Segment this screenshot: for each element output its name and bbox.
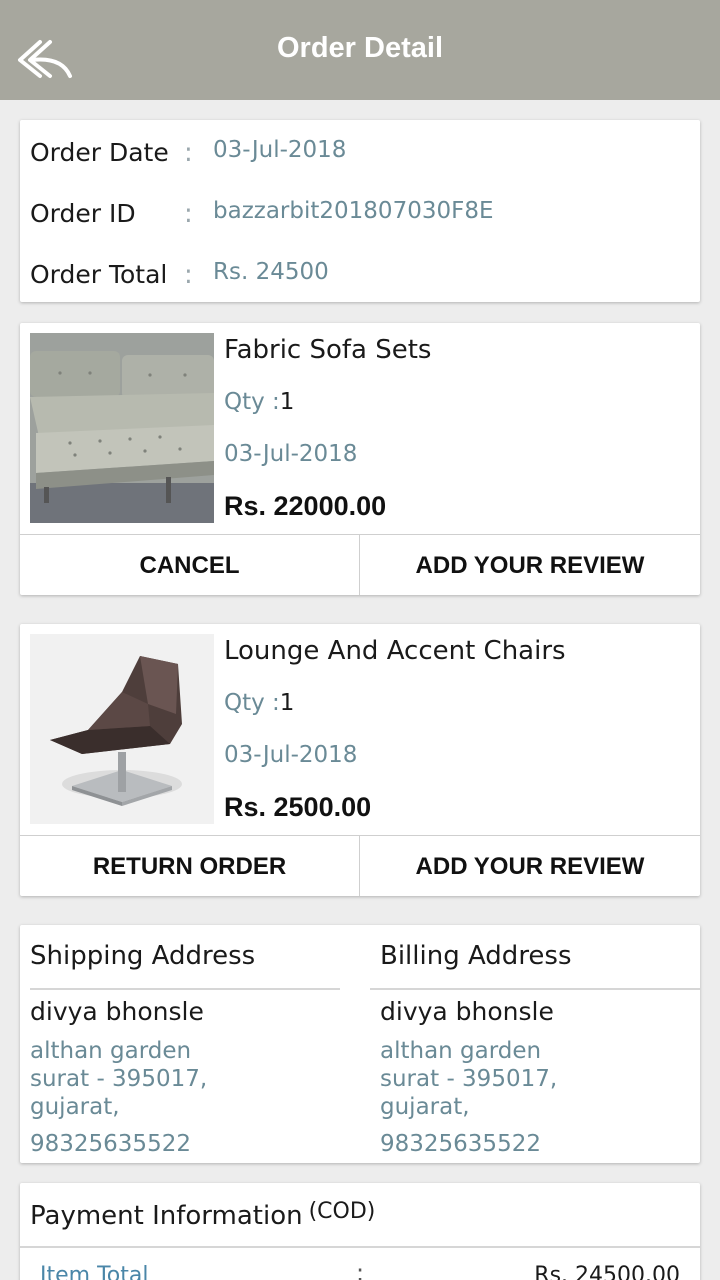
order-date-label: Order Date xyxy=(30,138,169,167)
shipping-line2: surat - 395017, xyxy=(30,1066,208,1092)
shipping-name: divya bhonsle xyxy=(30,997,204,1026)
product-date: 03-Jul-2018 xyxy=(224,441,358,467)
separator-colon: : xyxy=(184,260,193,290)
product-date: 03-Jul-2018 xyxy=(224,742,358,768)
page-title: Order Detail xyxy=(277,32,443,64)
address-card: Shipping Address divya bhonsle althan ga… xyxy=(20,925,700,1163)
separator-colon: : xyxy=(184,138,193,168)
product-image-chair[interactable] xyxy=(30,634,214,824)
order-id-row: Order ID : bazzarbit201807030F8E xyxy=(30,193,690,233)
sofa-image xyxy=(30,333,214,523)
return-order-button[interactable]: RETURN ORDER xyxy=(20,836,360,896)
add-review-button[interactable]: ADD YOUR REVIEW xyxy=(360,836,700,896)
payment-card: Payment Information (COD) Item Total : Rs… xyxy=(20,1183,700,1280)
divider xyxy=(20,1246,700,1248)
billing-line3: gujarat, xyxy=(380,1094,470,1120)
billing-address-heading: Billing Address xyxy=(380,941,572,971)
product-image-sofa[interactable] xyxy=(30,333,214,523)
product-actions: RETURN ORDER ADD YOUR REVIEW xyxy=(20,835,700,896)
payment-mode: (COD) xyxy=(308,1199,376,1224)
item-total-value: Rs. 24500.00 xyxy=(534,1263,680,1280)
shipping-line1: althan garden xyxy=(30,1038,192,1064)
order-date-row: Order Date : 03-Jul-2018 xyxy=(30,132,690,172)
cancel-button[interactable]: CANCEL xyxy=(20,535,360,595)
shipping-line3: gujarat, xyxy=(30,1094,120,1120)
product-qty: Qty :1 xyxy=(224,690,294,716)
app-bar: Order Detail xyxy=(0,0,720,100)
product-price: Rs. 2500.00 xyxy=(224,792,372,822)
order-id-value: bazzarbit201807030F8E xyxy=(213,198,494,224)
separator-colon: : xyxy=(184,199,193,229)
qty-value: 1 xyxy=(279,389,295,415)
order-summary-card: Order Date : 03-Jul-2018 Order ID : bazz… xyxy=(20,120,700,302)
order-total-row: Order Total : Rs. 24500 xyxy=(30,254,690,294)
order-date-value: 03-Jul-2018 xyxy=(213,137,347,163)
billing-phone: 98325635522 xyxy=(380,1131,541,1157)
shipping-phone: 98325635522 xyxy=(30,1131,191,1157)
billing-name: divya bhonsle xyxy=(380,997,554,1026)
item-total-label: Item Total xyxy=(40,1263,149,1280)
billing-line2: surat - 395017, xyxy=(380,1066,558,1092)
payment-heading: Payment Information (COD) xyxy=(30,1199,375,1231)
separator-colon: : xyxy=(356,1259,365,1280)
add-review-button[interactable]: ADD YOUR REVIEW xyxy=(360,535,700,595)
payment-heading-text: Payment Information xyxy=(30,1201,303,1231)
product-name[interactable]: Lounge And Accent Chairs xyxy=(224,636,566,666)
product-actions: CANCEL ADD YOUR REVIEW xyxy=(20,534,700,595)
divider xyxy=(30,988,340,990)
divider xyxy=(370,988,700,990)
product-name[interactable]: Fabric Sofa Sets xyxy=(224,335,431,365)
product-price: Rs. 22000.00 xyxy=(224,491,387,521)
product-card-chair: Lounge And Accent Chairs Qty :1 03-Jul-2… xyxy=(20,624,700,896)
chair-image xyxy=(30,634,214,824)
product-qty: Qty :1 xyxy=(224,389,294,415)
product-card-sofa: Fabric Sofa Sets Qty :1 03-Jul-2018 Rs. … xyxy=(20,323,700,595)
qty-label: Qty : xyxy=(224,389,280,415)
shipping-address-heading: Shipping Address xyxy=(30,941,256,971)
billing-line1: althan garden xyxy=(380,1038,542,1064)
qty-value: 1 xyxy=(279,690,295,716)
qty-label: Qty : xyxy=(224,690,280,716)
order-total-value: Rs. 24500 xyxy=(213,259,329,285)
order-total-label: Order Total xyxy=(30,260,168,289)
order-id-label: Order ID xyxy=(30,199,136,228)
